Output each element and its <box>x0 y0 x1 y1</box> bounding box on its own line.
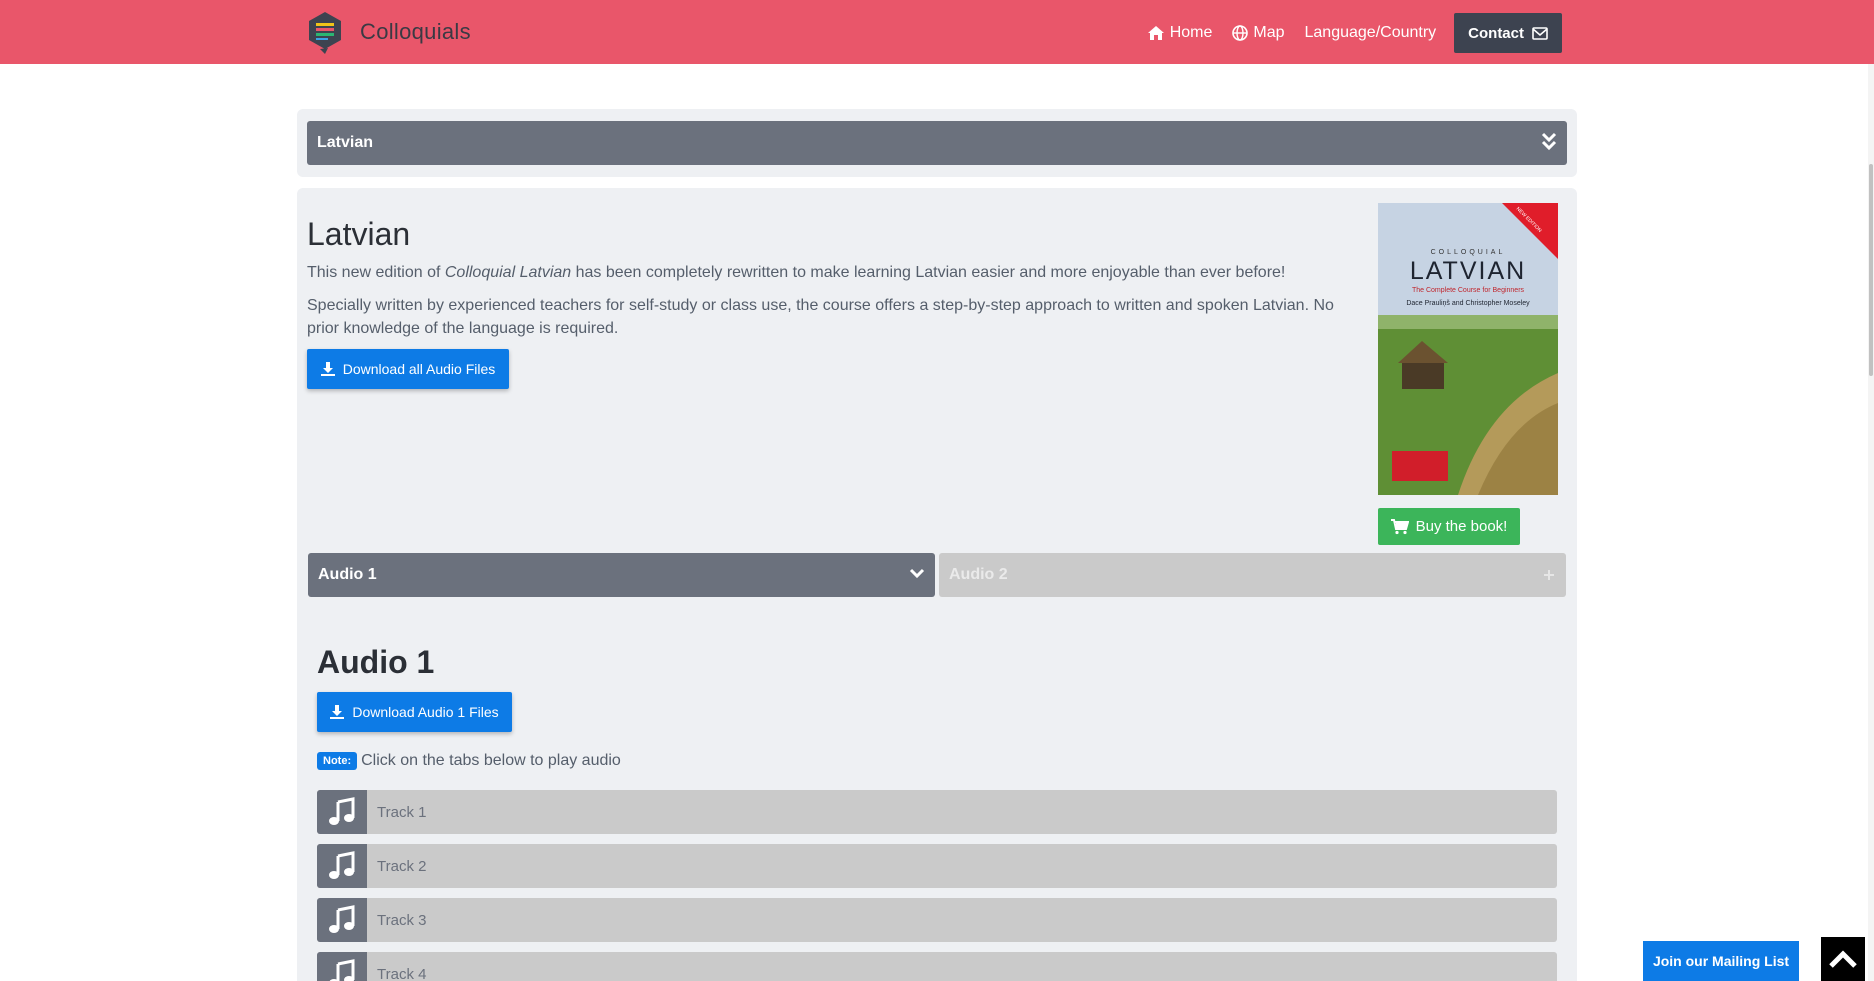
download-all-audio-button[interactable]: Download all Audio Files <box>307 349 509 389</box>
track-label: Track 2 <box>377 857 427 875</box>
tab-audio-1[interactable]: Audio 1 <box>308 553 935 597</box>
download-icon <box>330 705 345 719</box>
cart-icon <box>1390 518 1409 534</box>
nav-home-label: Home <box>1169 24 1213 41</box>
page-scrollbar[interactable] <box>1868 64 1874 981</box>
book-authors: Dace Prauliņš and Christopher Moseley <box>1406 300 1530 307</box>
book-cover-image[interactable]: COLLOQUIAL LATVIAN The Complete Course f… <box>1378 203 1558 495</box>
language-select-panel: Latvian <box>297 109 1577 177</box>
globe-icon <box>1232 25 1249 41</box>
track-item[interactable]: Track 2 <box>317 844 1557 888</box>
music-note-icon <box>317 898 367 942</box>
track-label: Track 4 <box>377 965 427 981</box>
brand-name: Colloquials <box>360 19 471 44</box>
track-item[interactable]: Track 1 <box>317 790 1557 834</box>
buy-book-label: Buy the book! <box>1415 518 1508 535</box>
double-chevron-down-icon <box>1541 132 1557 151</box>
plus-icon <box>1544 570 1554 580</box>
scrollbar-thumb[interactable] <box>1869 164 1873 376</box>
download-all-label: Download all Audio Files <box>342 361 496 377</box>
chevron-up-icon <box>1829 950 1857 968</box>
language-select-value: Latvian <box>317 134 374 151</box>
track-list: Track 1 Track 2 Track 3 Track 4 <box>317 790 1557 981</box>
chevron-down-icon <box>909 568 925 579</box>
course-description-2: Specially written by experienced teacher… <box>307 297 1334 337</box>
track-item[interactable]: Track 3 <box>317 898 1557 942</box>
track-item[interactable]: Track 4 <box>317 952 1557 981</box>
contact-label: Contact <box>1468 24 1524 42</box>
download-audio-1-label: Download Audio 1 Files <box>352 704 499 720</box>
music-note-icon <box>317 790 367 834</box>
nav-language-country[interactable]: Language/Country <box>1305 24 1437 42</box>
brand-logo-icon <box>309 12 341 54</box>
brand[interactable]: Colloquials <box>306 10 471 54</box>
language-select[interactable]: Latvian <box>307 121 1567 165</box>
book-subtitle: The Complete Course for Beginners <box>1411 287 1525 294</box>
audio-section-title: Audio 1 <box>317 644 435 680</box>
track-label: Track 3 <box>377 911 427 929</box>
note-row: Note: Click on the tabs below to play au… <box>317 752 621 770</box>
envelope-icon <box>1532 26 1548 40</box>
download-audio-1-button[interactable]: Download Audio 1 Files <box>317 692 512 732</box>
book-cover-art <box>1378 203 1558 495</box>
note-badge: Note: <box>317 752 358 770</box>
course-card: Latvian This new edition of Colloquial L… <box>297 188 1577 981</box>
top-navbar: Colloquials Home Map Language/Country Co… <box>0 0 1874 64</box>
home-icon <box>1147 26 1164 40</box>
buy-book-button[interactable]: Buy the book! <box>1378 508 1520 545</box>
tab-audio-2[interactable]: Audio 2 <box>939 553 1566 597</box>
book-title: LATVIAN <box>1409 257 1527 285</box>
nav-language-country-label: Language/Country <box>1304 24 1437 41</box>
download-icon <box>320 362 335 376</box>
contact-button[interactable]: Contact <box>1454 13 1562 53</box>
nav-map[interactable]: Map <box>1232 24 1285 42</box>
track-label: Track 1 <box>377 803 427 821</box>
course-title: Latvian <box>307 216 411 252</box>
tab-audio-2-label: Audio 2 <box>949 566 1008 583</box>
join-mailing-list-button[interactable]: Join our Mailing List <box>1643 941 1799 981</box>
note-text: Click on the tabs below to play audio <box>361 752 621 769</box>
book-series: COLLOQUIAL <box>1430 249 1506 256</box>
music-note-icon <box>317 844 367 888</box>
course-description-1: This new edition of Colloquial Latvian h… <box>307 264 1286 281</box>
nav-map-label: Map <box>1253 24 1285 41</box>
tab-audio-1-label: Audio 1 <box>318 566 377 583</box>
music-note-icon <box>317 952 367 981</box>
nav-home[interactable]: Home <box>1147 24 1213 42</box>
back-to-top-button[interactable] <box>1821 937 1865 981</box>
nav-links: Home Map Language/Country Contact <box>1127 13 1562 53</box>
